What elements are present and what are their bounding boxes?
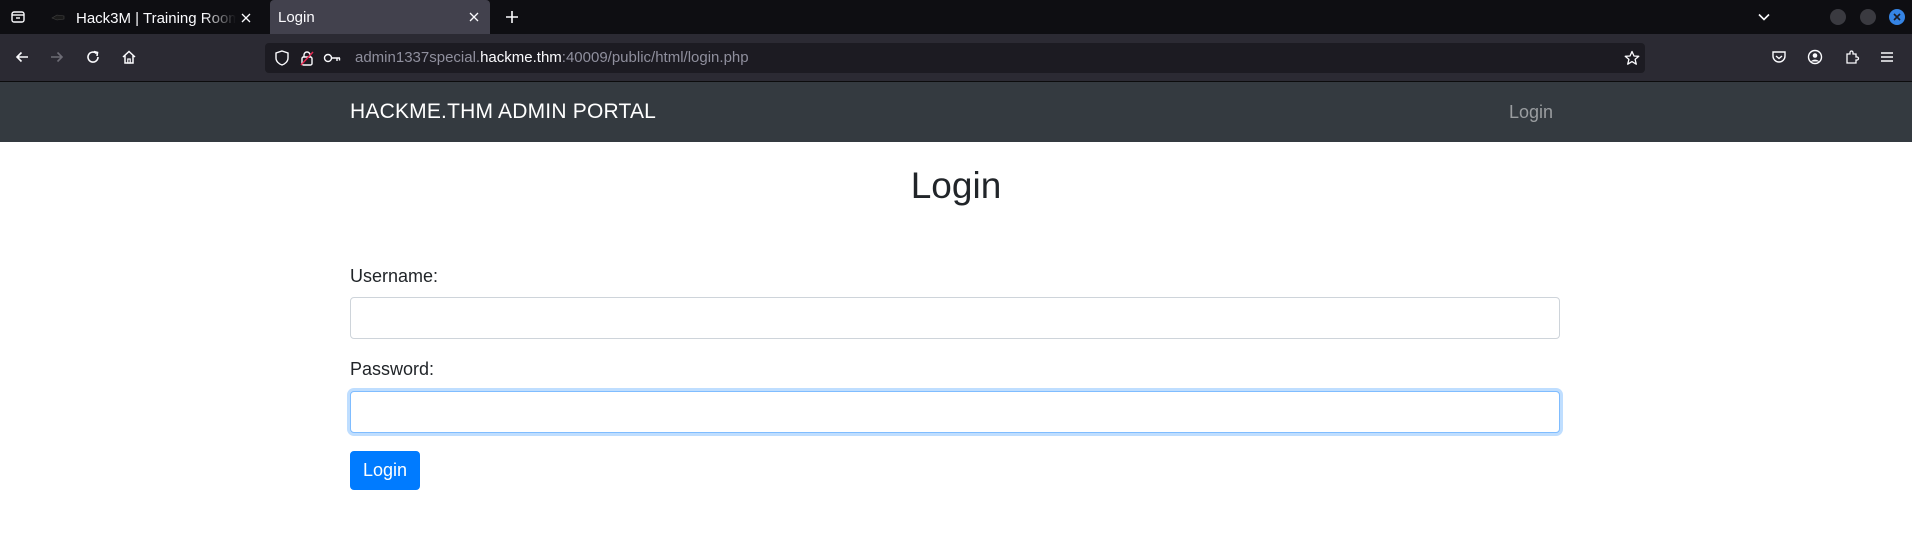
key-icon[interactable] [323, 49, 341, 67]
back-arrow-icon[interactable] [12, 47, 32, 67]
forward-arrow-icon[interactable] [47, 47, 67, 67]
pocket-icon[interactable] [1769, 47, 1789, 67]
password-label: Password: [350, 359, 435, 379]
menu-icon[interactable] [1877, 47, 1897, 67]
url-suffix: :40009/public/html/login.php [561, 49, 749, 66]
shield-icon[interactable] [273, 49, 291, 67]
site-brand[interactable]: HACKME.THM ADMIN PORTAL [350, 82, 656, 142]
tab-strip: Hack3M | Training Room . Login [0, 0, 1912, 34]
home-icon[interactable] [119, 47, 139, 67]
tab-close-icon[interactable] [236, 8, 256, 28]
minimize-button[interactable] [1830, 9, 1846, 25]
url-prefix: admin1337special. [355, 49, 481, 66]
login-submit-button[interactable]: Login [350, 451, 420, 490]
url-text[interactable]: admin1337special.hackme.thm:40009/public… [355, 43, 749, 73]
account-icon[interactable] [1805, 47, 1825, 67]
new-tab-icon[interactable] [502, 7, 522, 27]
tab-title: Hack3M | Training Room . [76, 9, 236, 27]
reload-icon[interactable] [83, 47, 103, 67]
url-host: hackme.thm [480, 49, 562, 66]
nav-login-link[interactable]: Login [1509, 82, 1553, 142]
lock-insecure-icon[interactable] [298, 49, 316, 67]
tab-close-icon[interactable] [464, 7, 484, 27]
username-label: Username: [350, 266, 439, 286]
bookmark-star-icon[interactable] [1623, 49, 1641, 67]
site-navbar: HACKME.THM ADMIN PORTAL Login [0, 82, 1912, 142]
address-bar[interactable]: admin1337special.hackme.thm:40009/public… [265, 43, 1645, 73]
username-input[interactable] [350, 297, 1560, 339]
maximize-button[interactable] [1860, 9, 1876, 25]
tab-login[interactable]: Login [270, 0, 490, 34]
page-title: Login [910, 165, 1002, 206]
password-input[interactable] [350, 391, 1560, 433]
chevron-down-icon[interactable] [1754, 7, 1774, 27]
tab-title: Login [278, 8, 315, 26]
close-window-button[interactable] [1889, 9, 1905, 25]
extensions-icon[interactable] [1842, 47, 1862, 67]
tab-hack3m[interactable]: Hack3M | Training Room . [38, 2, 262, 34]
tab-favicon-icon [50, 10, 66, 26]
browser-toolbar: admin1337special.hackme.thm:40009/public… [0, 34, 1912, 82]
tab-list-icon[interactable] [8, 7, 28, 27]
